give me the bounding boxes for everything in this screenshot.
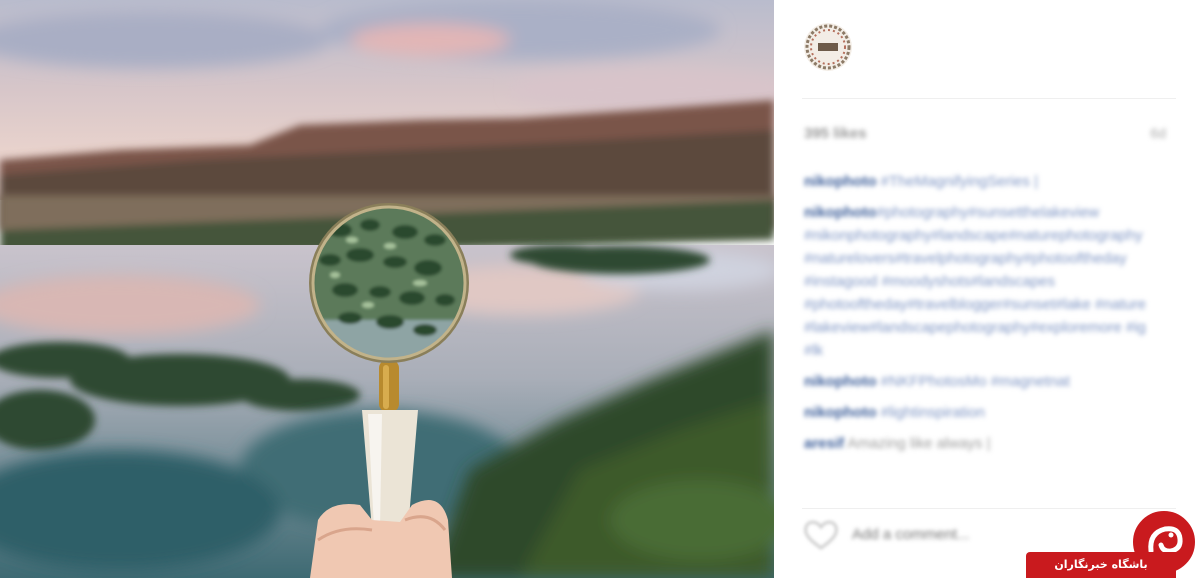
comment-username[interactable]: nikophoto [804, 404, 876, 421]
post-photo[interactable] [0, 0, 774, 578]
profile-avatar-icon[interactable] [804, 23, 852, 71]
comment-hashtag-line[interactable]: #lakeview#landscapephotography#exploremo… [804, 316, 1168, 339]
comment-username[interactable]: nikophoto [804, 204, 876, 221]
heart-icon[interactable] [802, 518, 840, 552]
comments-list: nikophoto #TheMagnifyingSeries | nikophot… [804, 170, 1168, 463]
comment-username[interactable]: aresif [804, 435, 844, 452]
photo-graphic [0, 0, 774, 578]
comment-text: #lightinspiration [880, 404, 985, 421]
post-sidebar: 395 likes 6d nikophoto #TheMagnifyingSer… [774, 0, 1200, 578]
comment-hashtag-line[interactable]: #nikonphotography#landscape#naturephotog… [804, 224, 1168, 247]
add-comment-input[interactable] [852, 521, 1092, 547]
comment-item: nikophoto #NKFPhotosMo #magnetnat [804, 370, 1168, 393]
comment-text: #NKFPhotosMo #magnetnat [880, 373, 1070, 390]
likes-count[interactable]: 395 likes [804, 125, 867, 142]
post-time[interactable]: 6d [1150, 125, 1166, 141]
comment-hashtag-line[interactable]: #photography#sunsetthelakeview [876, 204, 1099, 221]
comment-username[interactable]: nikophoto [804, 173, 876, 190]
comment-username[interactable]: nikophoto [804, 373, 876, 390]
comment-text: #TheMagnifyingSeries | [880, 173, 1038, 190]
comment-item: nikophoto #TheMagnifyingSeries | [804, 170, 1168, 193]
comment-hashtag-line[interactable]: #naturelovers#travelphotography#photooft… [804, 247, 1168, 270]
comment-text: Amazing like always | [847, 435, 991, 452]
watermark-label: باشگاه خبرنگاران [1026, 552, 1176, 578]
comment-hashtag-line[interactable]: #lk [804, 339, 1168, 362]
comment-item: nikophoto#photography#sunsetthelakeview #… [804, 201, 1168, 362]
comment-item: nikophoto #lightinspiration [804, 401, 1168, 424]
comment-item: aresif Amazing like always | [804, 432, 1168, 455]
comment-hashtag-line[interactable]: #photooftheday#travelblogger#sunset#lake… [804, 293, 1168, 316]
profile-header [802, 20, 1176, 99]
likes-row: 395 likes 6d [804, 122, 1166, 148]
comment-hashtag-line[interactable]: #instagood #moodyshots#landscapes [804, 270, 1168, 293]
